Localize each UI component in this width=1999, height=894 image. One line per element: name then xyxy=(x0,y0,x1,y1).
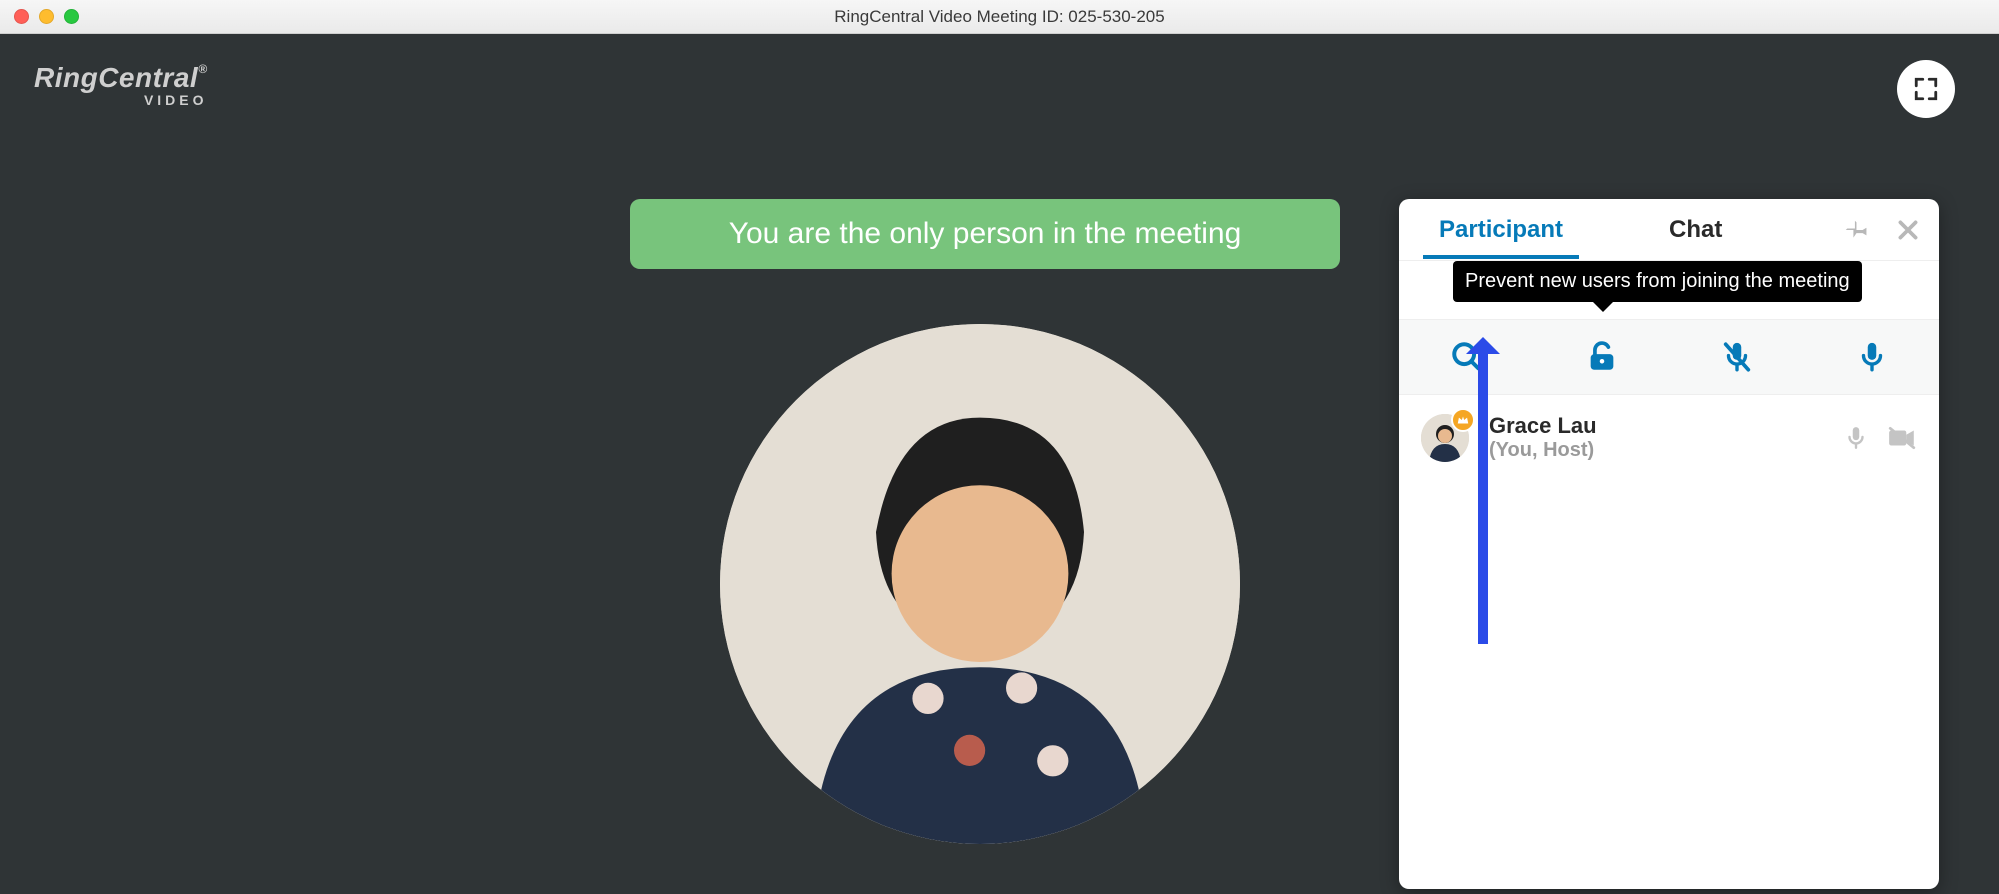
participant-video-status[interactable] xyxy=(1887,425,1917,451)
fullscreen-icon xyxy=(1913,76,1939,102)
mic-button[interactable] xyxy=(1842,327,1902,387)
tab-chat[interactable]: Chat xyxy=(1661,216,1730,244)
status-banner: You are the only person in the meeting xyxy=(630,199,1340,269)
participant-info: Grace Lau (You, Host) xyxy=(1489,413,1597,462)
lock-meeting-button[interactable] xyxy=(1572,327,1632,387)
mic-icon xyxy=(1855,340,1889,374)
participant-avatar xyxy=(1421,414,1469,462)
avatar-placeholder-icon xyxy=(720,324,1240,844)
mic-muted-icon xyxy=(1720,340,1754,374)
mute-all-button[interactable] xyxy=(1707,327,1767,387)
self-video-avatar xyxy=(720,324,1240,844)
window-title: RingCentral Video Meeting ID: 025-530-20… xyxy=(0,7,1999,27)
minimize-window-button[interactable] xyxy=(39,9,54,24)
brand-name: RingCentral xyxy=(34,62,198,93)
video-off-icon xyxy=(1887,425,1917,451)
pin-icon xyxy=(1845,217,1871,243)
participant-role: (You, Host) xyxy=(1489,439,1597,462)
participant-mic-status[interactable] xyxy=(1843,425,1869,451)
brand-logo: RingCentral® VIDEO xyxy=(34,62,208,108)
lock-open-icon xyxy=(1585,340,1619,374)
banner-text: You are the only person in the meeting xyxy=(729,217,1242,251)
close-panel-button[interactable] xyxy=(1895,217,1921,243)
brand-subline: VIDEO xyxy=(34,92,208,108)
crown-icon xyxy=(1456,413,1470,427)
participant-status xyxy=(1843,425,1917,451)
tooltip-text: Prevent new users from joining the meeti… xyxy=(1465,270,1850,292)
zoom-window-button[interactable] xyxy=(64,9,79,24)
mic-icon xyxy=(1843,425,1869,451)
close-icon xyxy=(1895,217,1921,243)
app-body: RingCentral® VIDEO You are the only pers… xyxy=(0,34,1999,894)
brand-registered: ® xyxy=(198,62,207,76)
pin-panel-button[interactable] xyxy=(1845,217,1871,243)
window-controls xyxy=(14,9,79,24)
lock-tooltip: Prevent new users from joining the meeti… xyxy=(1453,261,1862,302)
host-badge xyxy=(1451,408,1475,432)
fullscreen-button[interactable] xyxy=(1897,60,1955,118)
annotation-arrow xyxy=(1478,344,1488,644)
titlebar: RingCentral Video Meeting ID: 025-530-20… xyxy=(0,0,1999,34)
tab-participant[interactable]: Participant xyxy=(1431,216,1571,244)
panel-header: Participant Chat xyxy=(1399,199,1939,261)
participant-name: Grace Lau xyxy=(1489,413,1597,439)
close-window-button[interactable] xyxy=(14,9,29,24)
